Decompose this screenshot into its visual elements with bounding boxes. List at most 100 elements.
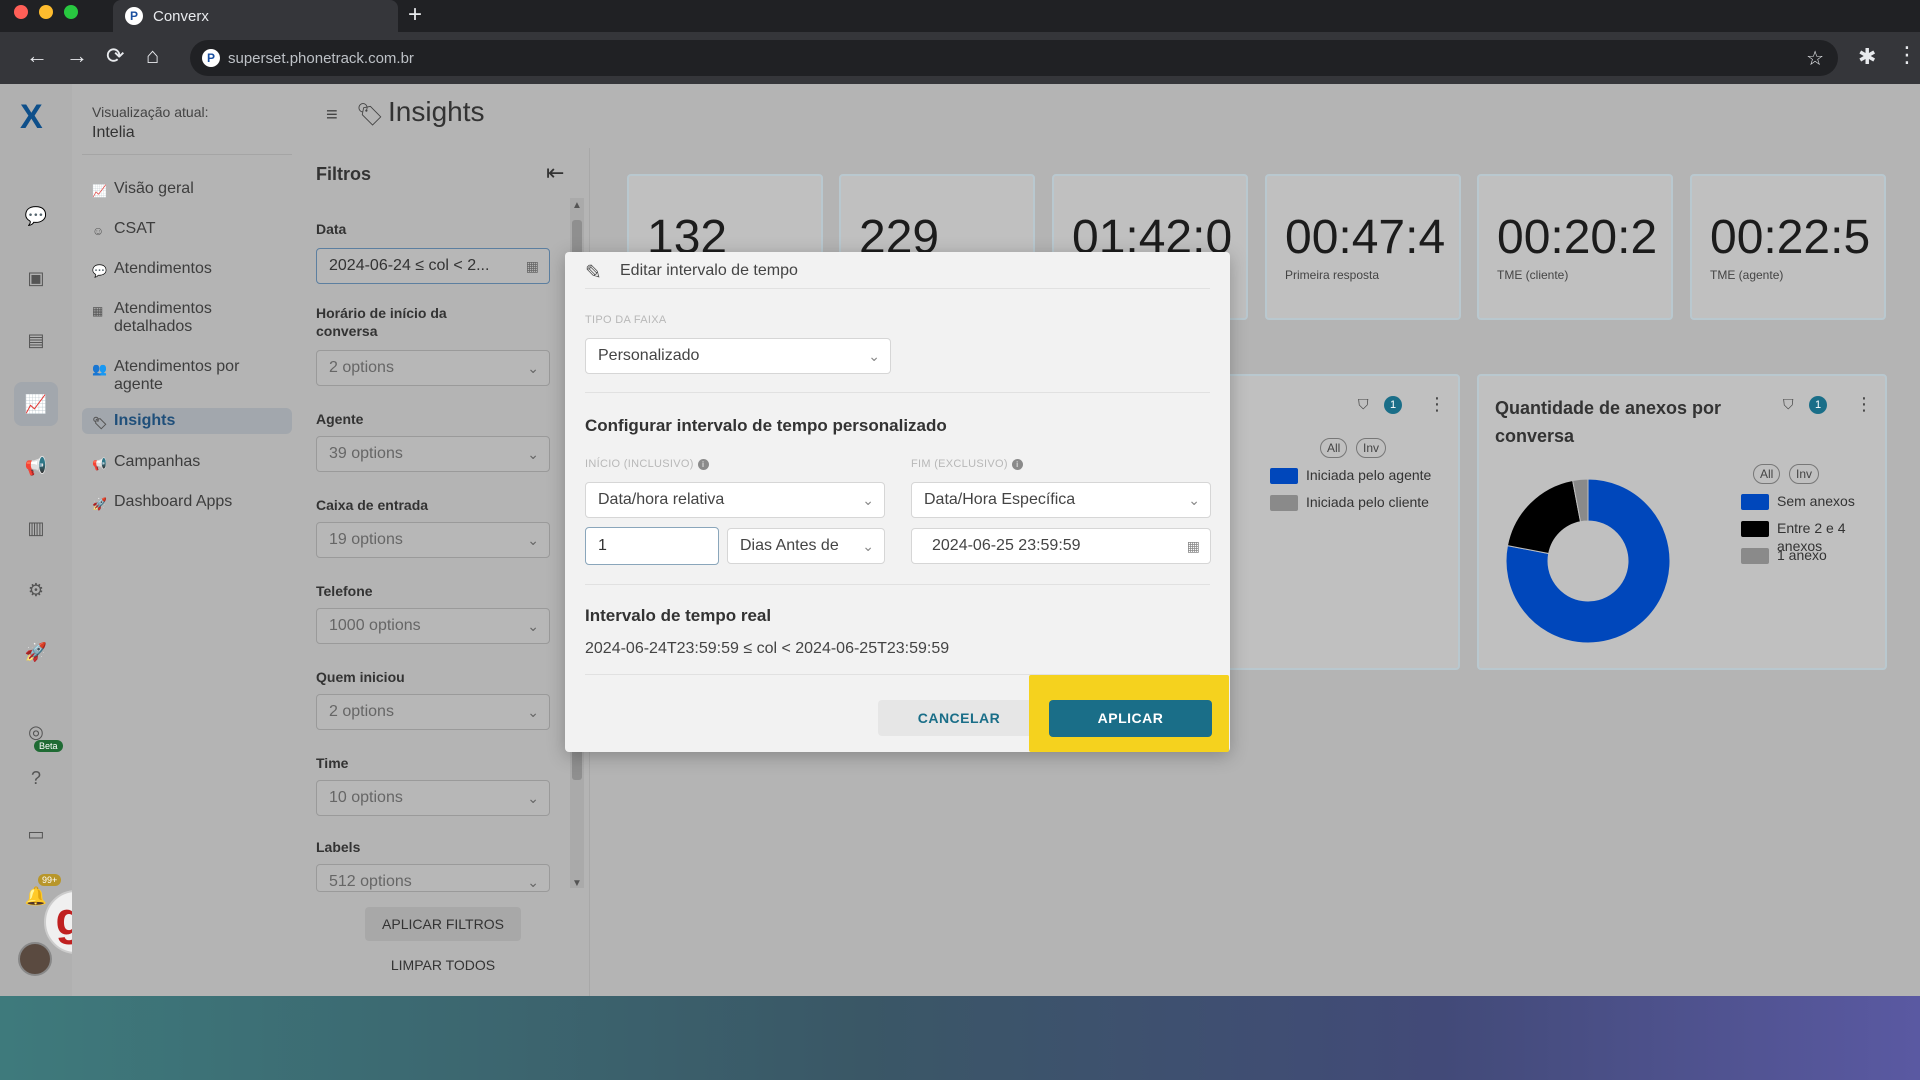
browser-menu-icon[interactable]: ⋮ bbox=[1896, 42, 1918, 68]
scroll-up-arrow-icon[interactable]: ▲ bbox=[572, 200, 582, 211]
forward-button[interactable]: → bbox=[66, 44, 88, 68]
range-type-label: TIPO DA FAIXA bbox=[585, 314, 667, 326]
legend-item[interactable]: Iniciada pelo cliente bbox=[1270, 493, 1429, 511]
kpi-card-tme-cliente: 00:20:2 TME (cliente) bbox=[1477, 174, 1673, 320]
legend-swatch bbox=[1270, 468, 1298, 484]
kpi-value: 00:20:2 bbox=[1497, 211, 1658, 264]
chart-menu-icon[interactable]: ⋮ bbox=[1428, 394, 1446, 415]
chart-line-icon: 📈 bbox=[92, 184, 107, 198]
chart-card-anexos: Quantidade de anexos por conversa ⛉ 1 ⋮ … bbox=[1477, 374, 1887, 670]
filter-select-time[interactable]: 10 options ⌄ bbox=[316, 780, 550, 816]
sidebar-item-atendimentos-detalhados[interactable]: ▦ Atendimentos detalhados bbox=[82, 296, 292, 340]
home-button[interactable]: ⌂ bbox=[146, 44, 159, 68]
sidebar-item-atendimentos-por-agente[interactable]: 👥 Atendimentos por agente bbox=[82, 354, 292, 398]
converx-favicon-icon: P bbox=[125, 7, 143, 25]
address-bar[interactable]: P superset.phonetrack.com.br ☆ bbox=[190, 40, 1838, 76]
filter-select-labels[interactable]: 512 options ⌄ bbox=[316, 864, 550, 892]
tab-title: Converx bbox=[153, 8, 209, 25]
current-view-label: Visualização atual: bbox=[92, 104, 209, 120]
filter-label-telefone: Telefone bbox=[316, 583, 373, 599]
notifications-bell-icon[interactable]: 🔔 bbox=[24, 884, 48, 908]
legend-all-pill[interactable]: All bbox=[1753, 464, 1781, 484]
chevron-down-icon: ⌄ bbox=[1188, 492, 1200, 508]
chart-menu-icon[interactable]: ⋮ bbox=[1855, 394, 1873, 415]
library-icon[interactable]: ▥ bbox=[24, 516, 48, 540]
legend-item[interactable]: Iniciada pelo agente bbox=[1270, 466, 1431, 484]
date-range-filter[interactable]: 2024-06-24 ≤ col < 2... ▦ bbox=[316, 248, 550, 284]
insights-tag-icon: 🏷 bbox=[356, 102, 384, 127]
filter-label-labels: Labels bbox=[316, 839, 361, 855]
legend-item[interactable]: 1 anexo bbox=[1741, 546, 1827, 564]
chevron-down-icon: ⌄ bbox=[868, 348, 880, 364]
filter-select-telefone[interactable]: 1000 options ⌄ bbox=[316, 608, 550, 644]
current-view-value[interactable]: Intelia bbox=[92, 124, 135, 142]
sidebar-item-campanhas[interactable]: 📢 Campanhas bbox=[82, 449, 292, 475]
campaigns-megaphone-icon[interactable]: 📢 bbox=[24, 454, 48, 478]
chevron-down-icon: ⌄ bbox=[527, 446, 539, 462]
back-button[interactable]: ← bbox=[26, 44, 48, 68]
calendar-icon: ▦ bbox=[525, 258, 539, 274]
reload-button[interactable]: ⟳ bbox=[106, 44, 124, 68]
sidebar-item-visao-geral[interactable]: 📈 Visão geral bbox=[82, 176, 292, 202]
filter-select-quem-iniciou[interactable]: 2 options ⌄ bbox=[316, 694, 550, 730]
sidebar-item-dashboard-apps[interactable]: 🚀 Dashboard Apps bbox=[82, 489, 292, 515]
bookmark-star-icon[interactable]: ☆ bbox=[1806, 46, 1824, 71]
extensions-puzzle-icon[interactable]: ✱ bbox=[1858, 44, 1876, 70]
sidebar-item-csat[interactable]: ☺ CSAT bbox=[82, 216, 292, 242]
relative-amount-input[interactable]: 1 bbox=[585, 527, 719, 565]
kanban-icon[interactable]: ▣ bbox=[24, 266, 48, 290]
converx-logo-icon[interactable]: X bbox=[20, 100, 43, 134]
legend-inv-pill[interactable]: Inv bbox=[1356, 438, 1387, 458]
hamburger-menu-icon[interactable]: ≡ bbox=[326, 104, 338, 127]
start-mode-select[interactable]: Data/hora relativa ⌄ bbox=[585, 482, 885, 518]
clear-all-filters-button[interactable]: LIMPAR TODOS bbox=[365, 950, 521, 980]
sidebar-item-insights[interactable]: 🏷 Insights bbox=[82, 408, 292, 434]
range-type-select[interactable]: Personalizado ⌄ bbox=[585, 338, 891, 374]
apply-filters-button[interactable]: APLICAR FILTROS bbox=[365, 907, 521, 941]
filter-select-agente[interactable]: 39 options ⌄ bbox=[316, 436, 550, 472]
conversations-icon[interactable]: 💬 bbox=[24, 204, 48, 228]
donut-slice-2-a-4-anexos[interactable] bbox=[1506, 479, 1582, 555]
close-window-button[interactable] bbox=[14, 5, 28, 19]
filter-label-quem-iniciou: Quem iniciou bbox=[316, 669, 405, 685]
chart-title: Quantidade de anexos por conversa bbox=[1495, 398, 1722, 446]
settings-gear-icon[interactable]: ⚙ bbox=[24, 578, 48, 602]
end-mode-select[interactable]: Data/Hora Específica ⌄ bbox=[911, 482, 1211, 518]
filter-select-horario[interactable]: 2 options ⌄ bbox=[316, 350, 550, 386]
chevron-down-icon: ⌄ bbox=[862, 492, 874, 508]
filter-label-caixa: Caixa de entrada bbox=[316, 497, 429, 513]
user-avatar[interactable] bbox=[18, 942, 52, 976]
browser-tab[interactable]: P Converx bbox=[113, 0, 398, 32]
pencil-edit-icon: ✎ bbox=[585, 262, 602, 284]
legend-item[interactable]: Sem anexos bbox=[1741, 492, 1855, 510]
cancel-button[interactable]: CANCELAR bbox=[878, 700, 1040, 736]
filter-funnel-icon[interactable]: ⛉ bbox=[1783, 396, 1794, 413]
minimize-window-button[interactable] bbox=[39, 5, 53, 19]
screen-share-icon[interactable]: ▭ bbox=[24, 822, 48, 846]
help-icon[interactable]: ? bbox=[24, 766, 48, 790]
icon-rail: X 💬 ▣ ▤ 📈 📢 ▥ ⚙ 🚀 ◎ Beta ? ▭ 🔔 99+ g. 17 bbox=[0, 84, 110, 996]
relative-unit-select[interactable]: Dias Antes de ⌄ bbox=[727, 528, 885, 564]
reports-sidebar: Visualização atual: Intelia 📈 Visão geral… bbox=[72, 84, 300, 996]
modal-divider bbox=[585, 392, 1210, 393]
sidebar-item-atendimentos[interactable]: 💬 Atendimentos bbox=[82, 256, 292, 282]
collapse-filters-icon[interactable]: ⇤ bbox=[546, 160, 564, 186]
contacts-icon[interactable]: ▤ bbox=[24, 328, 48, 352]
apply-button[interactable]: APLICAR bbox=[1049, 700, 1212, 737]
reports-chart-icon[interactable]: 📈 bbox=[24, 392, 48, 416]
filter-select-caixa[interactable]: 19 options ⌄ bbox=[316, 522, 550, 558]
integrations-rocket-icon[interactable]: 🚀 bbox=[24, 640, 48, 664]
legend-inv-pill[interactable]: Inv bbox=[1789, 464, 1820, 484]
end-datetime-picker[interactable]: 2024-06-25 23:59:59 ▦ bbox=[911, 528, 1211, 564]
legend-all-pill[interactable]: All bbox=[1320, 438, 1348, 458]
maximize-window-button[interactable] bbox=[64, 5, 78, 19]
filter-funnel-icon[interactable]: ⛉ bbox=[1358, 396, 1369, 413]
new-tab-button[interactable]: + bbox=[408, 3, 422, 27]
people-icon: 👥 bbox=[92, 362, 107, 376]
scroll-down-arrow-icon[interactable]: ▼ bbox=[572, 878, 582, 889]
modal-divider bbox=[585, 584, 1210, 585]
filter-count-badge: 1 bbox=[1809, 396, 1827, 414]
info-icon[interactable]: i bbox=[1011, 458, 1023, 470]
legend-swatch bbox=[1741, 494, 1769, 510]
info-icon[interactable]: i bbox=[697, 458, 709, 470]
